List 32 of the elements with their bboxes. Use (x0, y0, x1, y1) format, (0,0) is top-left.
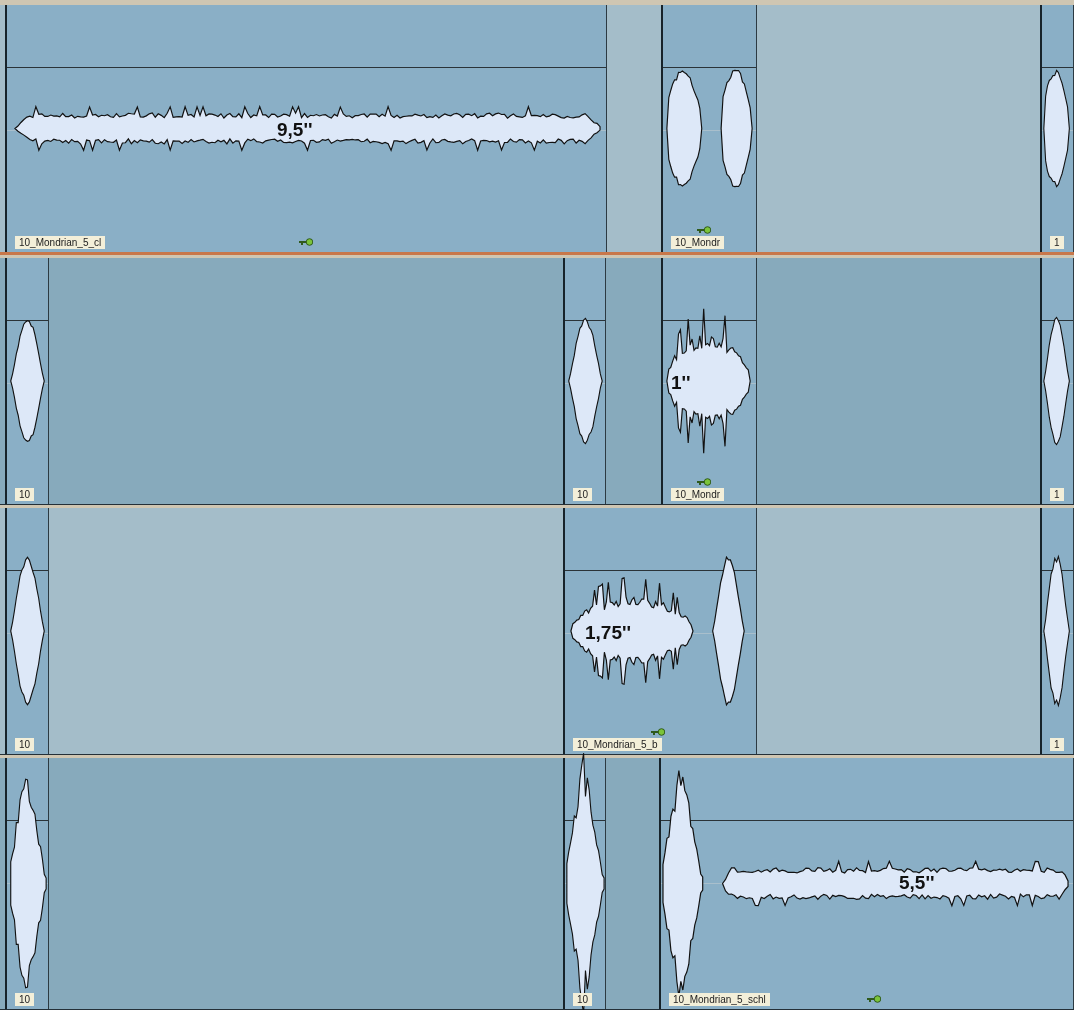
clip-label: 10_Mondrian_5_b (573, 738, 662, 751)
audio-clip[interactable]: 1'' 10_Mondr (661, 258, 757, 504)
track-lane[interactable]: 10 10 1'' 10_Mondr 1 (0, 258, 1074, 505)
clip-label: 10_Mondrian_5_schl (669, 993, 770, 1006)
duration-text: 1'' (671, 372, 691, 394)
audio-clip[interactable]: 5,5'' 10_Mondrian_5_schl (659, 758, 1074, 1009)
audio-clip[interactable]: 9,5'' 10_Mondrian_5_cl (5, 5, 607, 252)
duration-text: 5,5'' (899, 872, 935, 894)
clip-label: 1 (1050, 488, 1064, 501)
clip-label: 10 (15, 738, 35, 751)
audio-clip[interactable]: 1 (1040, 258, 1074, 504)
clip-label: 1 (1050, 738, 1064, 751)
clip-label: 10 (15, 993, 35, 1006)
audio-clip[interactable]: 10 (563, 258, 606, 504)
clip-label: 10 (573, 488, 593, 501)
duration-text: 9,5'' (277, 119, 313, 141)
clip-label: 10_Mondr (671, 488, 725, 501)
audio-clip[interactable]: 10 (5, 258, 49, 504)
audio-clip[interactable]: 10_Mondr (661, 5, 757, 252)
audio-clip[interactable]: 10 (5, 508, 49, 754)
clip-label: 10_Mondrian_5_cl (15, 236, 106, 249)
clip-label: 10 (15, 488, 35, 501)
audio-clip[interactable]: 1,75'' 10_Mondrian_5_b (563, 508, 757, 754)
audio-clip[interactable]: 10 (5, 758, 49, 1009)
audio-clip[interactable]: 1 (1040, 5, 1074, 252)
clip-label: 10 (573, 993, 593, 1006)
track-lane[interactable]: 9,5'' 10_Mondrian_5_cl 10_Mondr 1 (0, 5, 1074, 255)
duration-text: 1,75'' (585, 622, 631, 644)
audio-clip[interactable]: 1 (1040, 508, 1074, 754)
clip-label: 1 (1050, 236, 1064, 249)
track-lane[interactable]: 10 1,75'' 10_Mondrian_5_b 1 (0, 508, 1074, 755)
clip-label: 10_Mondr (671, 236, 725, 249)
